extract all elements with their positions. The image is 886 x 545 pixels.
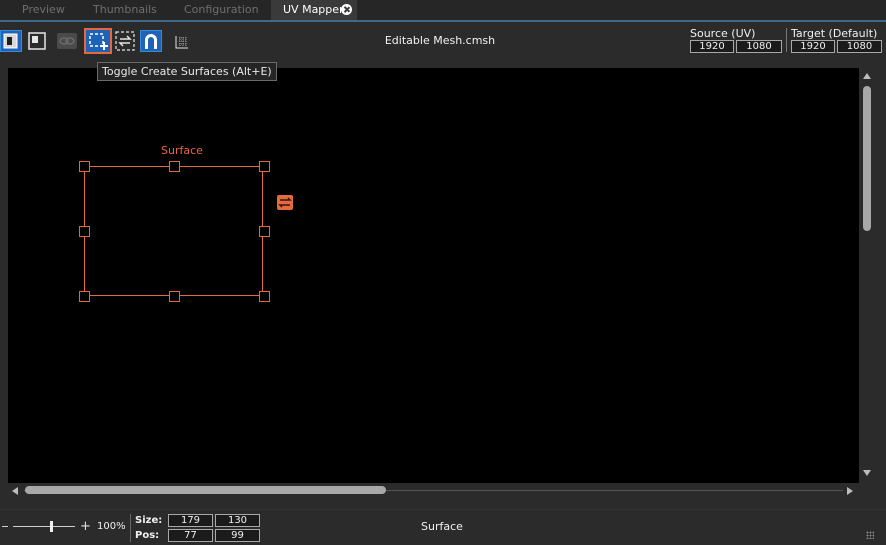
uv-viewport[interactable]: Surface (8, 68, 859, 483)
document-title: Editable Mesh.cmsh (384, 34, 496, 47)
tab-configuration[interactable]: Configuration (184, 0, 259, 20)
status-bar: + 100% Size: 179 130 Pos: 77 99 Surface (0, 509, 886, 545)
selection-name: Surface (421, 520, 463, 533)
separator (130, 514, 131, 542)
create-surface-button[interactable] (84, 28, 112, 54)
swap-surface-button[interactable] (114, 30, 136, 52)
tooltip: Toggle Create Surfaces (Alt+E) (97, 62, 277, 81)
source-width-field[interactable]: 1920 (690, 40, 734, 53)
grid-icon (175, 36, 188, 49)
tab-preview[interactable]: Preview (22, 0, 65, 20)
zoom-level: 100% (97, 521, 126, 532)
resize-handle-left[interactable] (79, 226, 90, 237)
horizontal-scrollbar[interactable] (8, 483, 859, 498)
source-height-field[interactable]: 1080 (736, 40, 782, 53)
pos-x-field[interactable]: 77 (168, 529, 213, 542)
zoom-out-icon[interactable] (2, 526, 8, 527)
select-mode-button[interactable] (0, 30, 22, 52)
zoom-in-icon[interactable]: + (80, 519, 91, 534)
close-icon[interactable] (341, 4, 352, 15)
resize-handle-bottom-right[interactable] (259, 291, 270, 302)
resize-handle-bottom[interactable] (169, 291, 180, 302)
tab-bar: Preview Thumbnails Configuration UV Mapp… (0, 0, 886, 22)
source-label: Source (UV) (690, 27, 756, 40)
tab-label: Configuration (184, 3, 259, 16)
grid-button[interactable] (172, 30, 194, 52)
create-surface-icon (84, 28, 112, 54)
page-frame-button[interactable] (26, 30, 48, 52)
resize-handle-top-left[interactable] (79, 161, 90, 172)
size-width-field[interactable]: 179 (168, 514, 213, 527)
vertical-scroll-thumb[interactable] (863, 86, 871, 231)
zoom-slider-handle[interactable] (50, 521, 53, 532)
separator (786, 28, 787, 52)
tab-uv-mapper[interactable]: UV Mapper (271, 0, 357, 20)
size-height-field[interactable]: 130 (215, 514, 260, 527)
select-mode-icon (0, 30, 22, 52)
scroll-left-icon[interactable] (12, 487, 18, 495)
magnet-icon (140, 30, 162, 52)
target-width-field[interactable]: 1920 (791, 40, 835, 53)
toolbar: Editable Mesh.cmsh Source (UV) 1920 1080… (0, 24, 886, 58)
target-height-field[interactable]: 1080 (837, 40, 882, 53)
horizontal-scroll-thumb[interactable] (25, 486, 386, 494)
surface-rectangle[interactable] (84, 166, 263, 296)
disabled-link-icon (57, 33, 77, 49)
magnet-button[interactable] (140, 30, 162, 52)
disabled-link-button[interactable] (56, 30, 78, 52)
resize-handle-right[interactable] (259, 226, 270, 237)
zoom-slider[interactable] (13, 526, 75, 527)
surface-label: Surface (161, 144, 203, 157)
pos-label: Pos: (135, 530, 160, 541)
scroll-up-icon[interactable] (863, 73, 871, 79)
tab-thumbnails[interactable]: Thumbnails (93, 0, 157, 20)
target-resolution: Target (Default) 1920 1080 (791, 27, 886, 57)
tab-label: UV Mapper (283, 3, 344, 16)
scroll-right-icon[interactable] (847, 487, 853, 495)
resize-handle-top[interactable] (169, 161, 180, 172)
surface-swap-button[interactable] (277, 195, 293, 210)
tab-label: Preview (22, 3, 65, 16)
swap-surface-icon (115, 31, 135, 51)
pos-y-field[interactable]: 99 (215, 529, 260, 542)
resize-grip-icon[interactable] (866, 531, 874, 539)
resize-handle-top-right[interactable] (259, 161, 270, 172)
swap-arrows-icon (278, 197, 292, 208)
vertical-scrollbar[interactable] (859, 68, 877, 483)
scroll-down-icon[interactable] (863, 470, 871, 476)
tab-label: Thumbnails (93, 3, 157, 16)
page-frame-icon (28, 32, 46, 50)
size-label: Size: (135, 515, 163, 526)
resize-handle-bottom-left[interactable] (79, 291, 90, 302)
source-resolution: Source (UV) 1920 1080 (690, 27, 786, 57)
target-label: Target (Default) (791, 27, 878, 40)
